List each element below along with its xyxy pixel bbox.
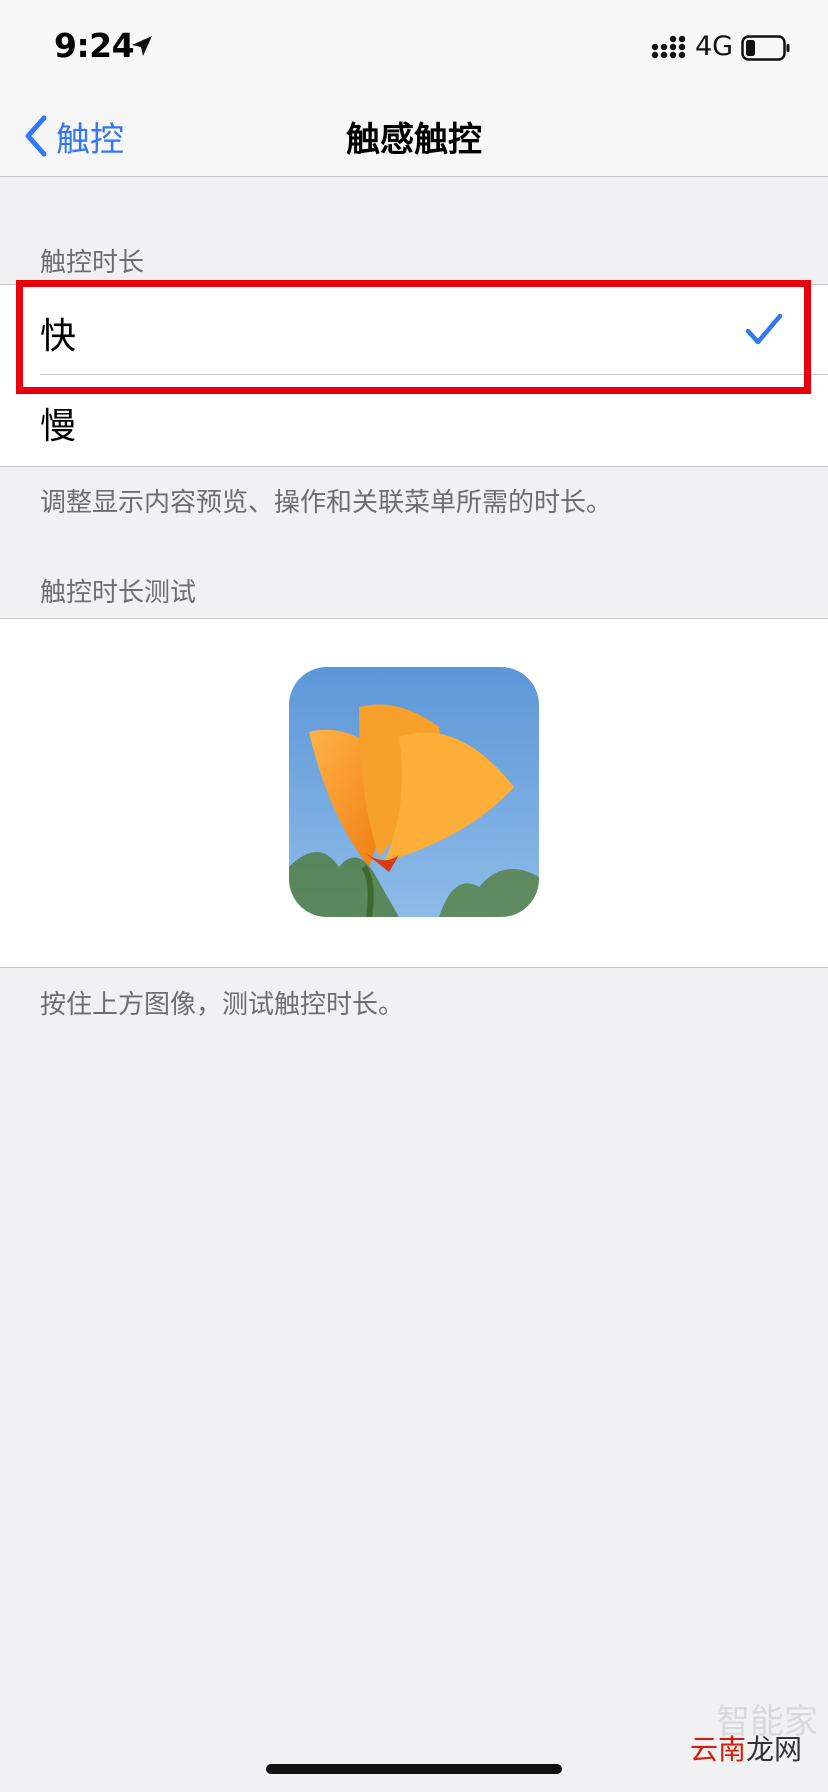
flower-test-image[interactable] bbox=[289, 667, 539, 917]
option-fast-label: 快 bbox=[40, 316, 77, 357]
option-slow-label: 慢 bbox=[40, 406, 77, 447]
network-type: 4G bbox=[695, 31, 734, 62]
section-header-duration-test: 触控时长测试 bbox=[40, 578, 197, 608]
option-slow[interactable]: 慢 bbox=[0, 375, 828, 465]
checkmark-icon bbox=[745, 313, 783, 345]
signal-bars-icon bbox=[651, 35, 686, 59]
status-time: 9:24 bbox=[54, 26, 135, 65]
watermark: 云南龙网 bbox=[690, 1728, 802, 1768]
touch-duration-footer: 调整显示内容预览、操作和关联菜单所需的时长。 bbox=[40, 488, 613, 518]
navigation-bar: 触控 触感触控 bbox=[0, 96, 828, 177]
section-header-touch-duration: 触控时长 bbox=[40, 248, 145, 278]
location-arrow-icon bbox=[132, 36, 152, 56]
duration-test-footer: 按住上方图像，测试触控时长。 bbox=[40, 990, 405, 1020]
status-bar: 9:24 4G bbox=[0, 0, 828, 96]
home-indicator[interactable] bbox=[266, 1764, 562, 1774]
touch-duration-group: 快 慢 bbox=[0, 284, 828, 467]
watermark-part2: 龙网 bbox=[745, 1733, 802, 1766]
page-title: 触感触控 bbox=[346, 120, 482, 160]
battery-icon bbox=[741, 35, 790, 61]
option-fast[interactable]: 快 bbox=[0, 285, 828, 375]
watermark-part1: 云南 bbox=[689, 1733, 746, 1766]
